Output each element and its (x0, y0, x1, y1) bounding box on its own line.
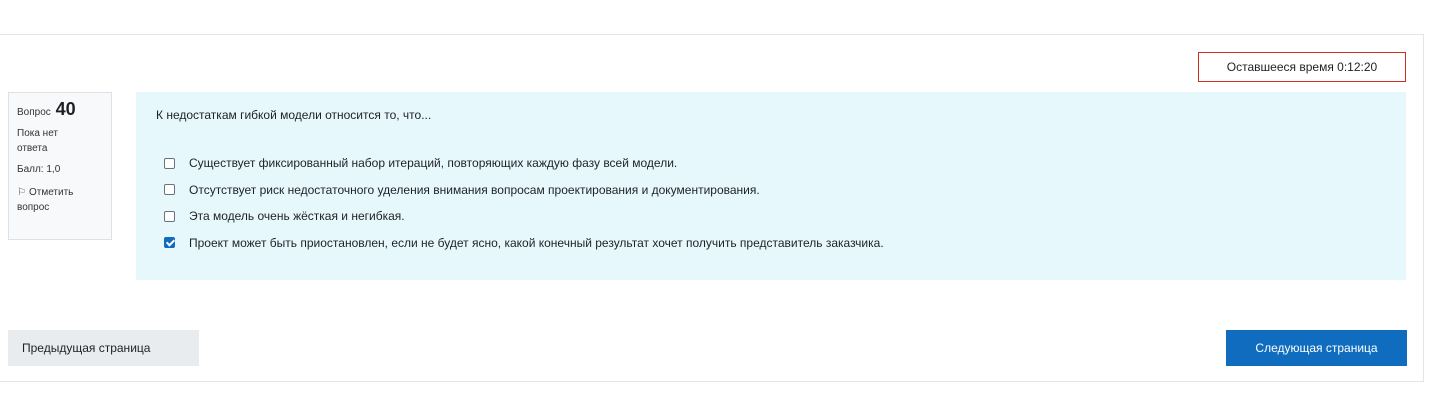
question-state: Пока нет ответа (17, 128, 59, 154)
timer-label: Оставшееся время 0:12:20 (1226, 60, 1378, 74)
flag-icon: ⚐ (17, 187, 26, 198)
answer-label[interactable]: Существует фиксированный набор итераций,… (189, 156, 677, 170)
previous-page-button[interactable]: Предыдущая страница (8, 330, 199, 366)
answer-label[interactable]: Эта модель очень жёсткая и негибкая. (189, 209, 405, 223)
answer-list: Существует фиксированный набор итераций,… (164, 150, 884, 256)
flag-question-link[interactable]: ⚐ Отметить вопрос (17, 185, 103, 215)
answer-checkbox[interactable] (164, 210, 175, 222)
question-content: К недостаткам гибкой модели относится то… (136, 92, 1406, 280)
question-text: К недостаткам гибкой модели относится то… (156, 108, 432, 122)
question-grade: Балл: 1,0 (17, 164, 61, 175)
answer-option[interactable]: Эта модель очень жёсткая и негибкая. (164, 203, 884, 230)
quiz-timer: Оставшееся время 0:12:20 (1198, 52, 1406, 82)
answer-checkbox[interactable] (164, 237, 175, 249)
question-info: Вопрос 40 Пока нет ответа Балл: 1,0 ⚐ Отм… (8, 92, 112, 240)
answer-label[interactable]: Проект может быть приостановлен, если не… (189, 236, 884, 250)
question-number: Вопрос 40 (17, 99, 103, 120)
answer-label[interactable]: Отсутствует риск недостаточного уделения… (189, 183, 760, 197)
question-number-value: 40 (55, 99, 76, 119)
answer-option[interactable]: Проект может быть приостановлен, если не… (164, 230, 884, 257)
answer-option[interactable]: Отсутствует риск недостаточного уделения… (164, 177, 884, 204)
answer-option[interactable]: Существует фиксированный набор итераций,… (164, 150, 884, 177)
answer-checkbox[interactable] (164, 157, 175, 169)
next-page-button[interactable]: Следующая страница (1226, 330, 1407, 366)
question-number-prefix: Вопрос (17, 107, 51, 118)
answer-checkbox[interactable] (164, 184, 175, 196)
